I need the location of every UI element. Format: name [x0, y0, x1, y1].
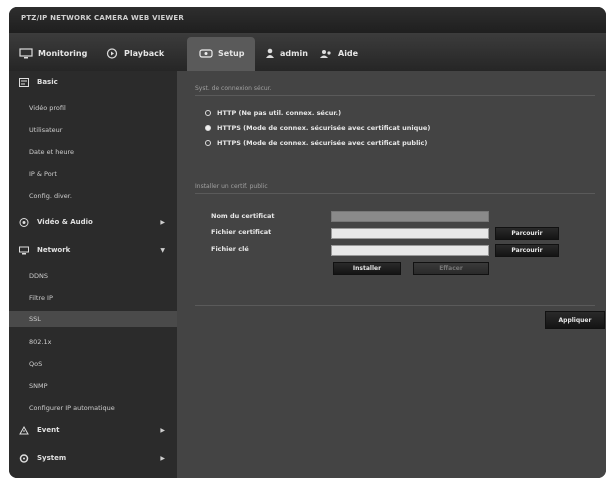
- sidebar-item-auto-ip[interactable]: Configurer IP automatique: [9, 401, 177, 415]
- sidebar-item-ddns[interactable]: DDNS: [9, 269, 177, 283]
- sidebar-item-label: Date et heure: [29, 148, 74, 156]
- settings-panel: Syst. de connexion sécur. HTTP (Ne pas u…: [177, 71, 606, 478]
- help-menu[interactable]: Aide: [319, 42, 358, 64]
- sidebar-header-label: Event: [37, 426, 60, 434]
- radio-https-unique[interactable]: HTTPS (Mode de connex. sécurisée avec ce…: [205, 124, 430, 132]
- section-title-install-cert: Installer un certif. public: [195, 183, 268, 190]
- tab-monitoring-label: Monitoring: [38, 48, 88, 58]
- sidebar-item-snmp[interactable]: SNMP: [9, 379, 177, 393]
- sidebar-header-label: Basic: [37, 78, 58, 86]
- sidebar-item-label: Config. diver.: [29, 192, 72, 200]
- sidebar-item-ssl[interactable]: SSL: [9, 311, 177, 327]
- expand-arrow-icon: ▶: [160, 454, 165, 462]
- system-icon: [19, 453, 29, 463]
- setup-icon: [199, 48, 213, 58]
- tab-playback[interactable]: Playback: [105, 42, 164, 64]
- radio-https-public[interactable]: HTTPS (Mode de connex. sécurisée avec ce…: [205, 139, 427, 147]
- divider: [195, 95, 595, 96]
- cert-name-field[interactable]: [331, 211, 489, 222]
- expand-arrow-icon: ▶: [160, 218, 165, 226]
- sidebar-item-label: Filtre IP: [29, 294, 53, 302]
- divider: [195, 305, 595, 306]
- sidebar-item-label: 802.1x: [29, 338, 52, 346]
- expand-arrow-icon: ▶: [160, 426, 165, 434]
- sidebar-item-misc-config[interactable]: Config. diver.: [9, 189, 177, 203]
- sidebar-item-label: Utilisateur: [29, 126, 63, 134]
- browse-key-button[interactable]: Parcourir: [495, 244, 559, 257]
- sidebar-item-label: SSL: [29, 315, 41, 323]
- user-name: admin: [280, 48, 308, 58]
- sidebar-item-qos[interactable]: QoS: [9, 357, 177, 371]
- sidebar-header-video-audio[interactable]: Vidéo & Audio ▶: [9, 213, 177, 231]
- radio-button-selected[interactable]: [205, 125, 211, 131]
- sidebar-item-label: SNMP: [29, 382, 48, 390]
- sidebar-item-users[interactable]: Utilisateur: [9, 123, 177, 137]
- sidebar: Basic Vidéo profil Utilisateur Date et h…: [9, 71, 177, 478]
- tools-icon: [19, 77, 29, 87]
- title-bar: PTZ/IP NETWORK CAMERA WEB VIEWER: [9, 7, 606, 33]
- user-menu[interactable]: admin: [265, 42, 308, 64]
- key-file-field[interactable]: [331, 245, 489, 256]
- network-icon: [19, 246, 29, 254]
- event-icon: [19, 425, 29, 434]
- window-title: PTZ/IP NETWORK CAMERA WEB VIEWER: [21, 14, 184, 22]
- sidebar-item-label: IP & Port: [29, 170, 57, 178]
- video-icon: [19, 217, 29, 227]
- browse-cert-button[interactable]: Parcourir: [495, 227, 559, 240]
- key-file-label: Fichier clé: [211, 245, 249, 253]
- sidebar-item-label: DDNS: [29, 272, 48, 280]
- help-label: Aide: [338, 48, 359, 58]
- sidebar-item-label: Configurer IP automatique: [29, 404, 115, 412]
- monitor-icon: [19, 47, 33, 58]
- cert-file-label: Fichier certificat: [211, 228, 272, 236]
- tab-setup[interactable]: Setup: [199, 42, 244, 64]
- sidebar-item-ip-filter[interactable]: Filtre IP: [9, 291, 177, 305]
- cert-file-field[interactable]: [331, 228, 489, 239]
- collapse-arrow-icon: ▼: [160, 246, 165, 254]
- install-button[interactable]: Installer: [333, 262, 401, 275]
- radio-http[interactable]: HTTP (Ne pas util. connex. sécur.): [205, 109, 341, 117]
- sidebar-header-basic[interactable]: Basic: [9, 73, 177, 91]
- delete-button[interactable]: Effacer: [413, 262, 489, 275]
- divider: [195, 193, 595, 194]
- sidebar-header-label: Vidéo & Audio: [37, 218, 93, 226]
- tab-monitoring[interactable]: Monitoring: [19, 42, 87, 64]
- sidebar-header-event[interactable]: Event ▶: [9, 421, 177, 439]
- sidebar-header-label: Network: [37, 246, 71, 254]
- top-nav: Monitoring Playback Setup admin Aide: [9, 33, 606, 72]
- cert-name-label: Nom du certificat: [211, 212, 275, 220]
- help-icon: [320, 49, 331, 58]
- sidebar-item-date-time[interactable]: Date et heure: [9, 145, 177, 159]
- section-title-secure-connection: Syst. de connexion sécur.: [195, 85, 272, 92]
- app-window: PTZ/IP NETWORK CAMERA WEB VIEWER Monitor…: [9, 7, 606, 478]
- radio-label: HTTPS (Mode de connex. sécurisée avec ce…: [217, 124, 431, 132]
- tab-setup-label: Setup: [218, 48, 245, 58]
- user-icon: [266, 48, 274, 58]
- tab-playback-label: Playback: [124, 48, 165, 58]
- radio-button[interactable]: [205, 140, 211, 146]
- sidebar-header-label: System: [37, 454, 67, 462]
- apply-button[interactable]: Appliquer: [545, 311, 605, 329]
- radio-button[interactable]: [205, 110, 211, 116]
- sidebar-item-8021x[interactable]: 802.1x: [9, 335, 177, 349]
- sidebar-item-ip-port[interactable]: IP & Port: [9, 167, 177, 181]
- radio-label: HTTP (Ne pas util. connex. sécur.): [217, 109, 342, 117]
- radio-label: HTTPS (Mode de connex. sécurisée avec ce…: [217, 139, 428, 147]
- sidebar-item-label: Vidéo profil: [29, 104, 66, 112]
- sidebar-item-video-profile[interactable]: Vidéo profil: [9, 101, 177, 115]
- sidebar-header-network[interactable]: Network ▼: [9, 241, 177, 259]
- sidebar-header-system[interactable]: System ▶: [9, 449, 177, 467]
- sidebar-item-label: QoS: [29, 360, 43, 368]
- playback-icon: [106, 47, 118, 59]
